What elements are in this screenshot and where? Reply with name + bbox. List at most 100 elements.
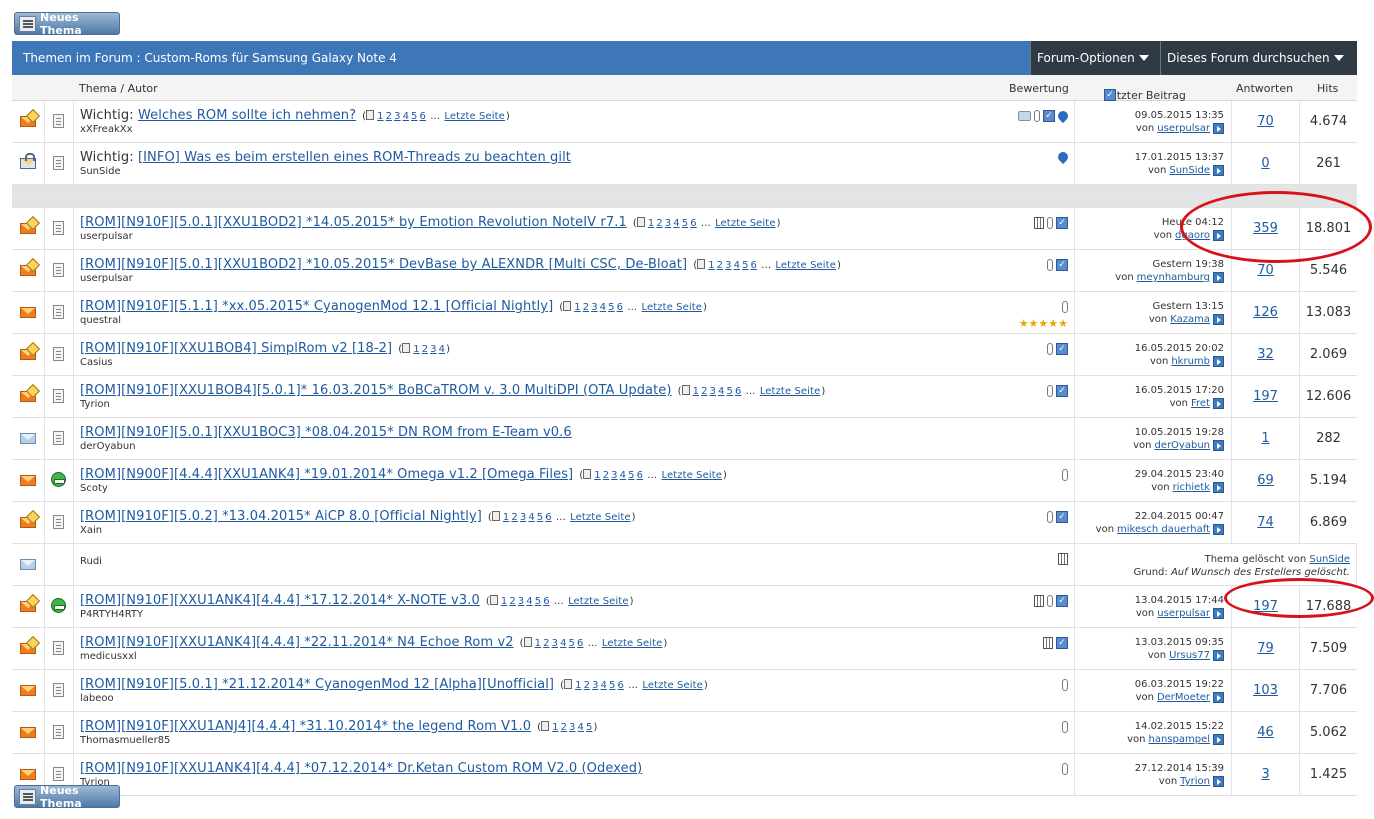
page-link[interactable]: 6 <box>420 111 426 122</box>
thread-title-link[interactable]: [ROM][N910F][XXU1BOB4] SimplRom v2 [18-2… <box>80 341 392 356</box>
answers-link[interactable]: 1 <box>1232 431 1299 446</box>
page-link[interactable]: 3 <box>592 680 598 691</box>
page-link[interactable]: 3 <box>710 386 716 397</box>
page-link[interactable]: 5 <box>608 302 614 313</box>
go-to-last-post-icon[interactable] <box>1213 692 1224 703</box>
last-post-user-link[interactable]: userpulsar <box>1157 123 1210 134</box>
last-post-user-link[interactable]: hanspampel <box>1148 734 1210 745</box>
thread-title-link[interactable]: [ROM][N910F][XXU1ANK4][4.4.4] *17.12.201… <box>80 593 480 608</box>
page-link[interactable]: 4 <box>578 722 584 733</box>
page-link[interactable]: 3 <box>725 260 731 271</box>
go-to-last-post-icon[interactable] <box>1213 650 1224 661</box>
page-link[interactable]: 5 <box>609 680 615 691</box>
page-link[interactable]: 6 <box>543 596 549 607</box>
page-link[interactable]: 2 <box>386 111 392 122</box>
col-answers[interactable]: Antworten <box>1236 82 1293 95</box>
go-to-last-post-icon[interactable] <box>1213 734 1224 745</box>
thread-title-link[interactable]: [ROM][N910F][5.0.2] *13.04.2015* AiCP 8.… <box>80 509 482 524</box>
page-link[interactable]: 5 <box>726 386 732 397</box>
page-link[interactable]: 6 <box>617 302 623 313</box>
page-link[interactable]: 3 <box>518 596 524 607</box>
page-link[interactable]: 5 <box>537 512 543 523</box>
page-link[interactable]: 4 <box>403 111 409 122</box>
page-link[interactable]: 4 <box>601 680 607 691</box>
last-post-user-link[interactable]: hkrumb <box>1171 356 1210 367</box>
col-hits[interactable]: Hits <box>1317 82 1338 95</box>
page-link[interactable]: 5 <box>628 470 634 481</box>
thread-title-link[interactable]: [ROM][N910F][5.0.1][XXU1BOD2] *14.05.201… <box>80 215 627 230</box>
answers-link[interactable]: 359 <box>1232 221 1299 236</box>
page-link[interactable]: 2 <box>511 512 517 523</box>
page-link[interactable]: 3 <box>569 722 575 733</box>
answers-link[interactable]: 70 <box>1232 114 1299 129</box>
answers-link[interactable]: 74 <box>1232 515 1299 530</box>
thread-author[interactable]: Scoty <box>80 483 108 494</box>
page-link[interactable]: 1 <box>708 260 714 271</box>
page-link[interactable]: 2 <box>561 722 567 733</box>
page-link[interactable]: 1 <box>574 302 580 313</box>
page-link[interactable]: 1 <box>648 218 654 229</box>
go-to-last-post-icon[interactable] <box>1213 230 1224 241</box>
page-link[interactable]: 3 <box>665 218 671 229</box>
last-page-link[interactable]: Letzte Seite <box>661 470 722 481</box>
thread-author[interactable]: Xain <box>80 525 102 536</box>
last-post-user-link[interactable]: Tyrion <box>1180 776 1210 787</box>
last-page-link[interactable]: Letzte Seite <box>444 111 505 122</box>
page-link[interactable]: 1 <box>552 722 558 733</box>
answers-link[interactable]: 0 <box>1232 156 1299 171</box>
page-link[interactable]: 2 <box>543 638 549 649</box>
col-rating[interactable]: Bewertung <box>1009 82 1069 95</box>
page-link[interactable]: 4 <box>526 596 532 607</box>
last-post-user-link[interactable]: dgaoro <box>1175 230 1210 241</box>
thread-title-link[interactable]: [ROM][N910F][5.0.1][XXU1BOD2] *10.05.201… <box>80 257 687 272</box>
last-post-user-link[interactable]: userpulsar <box>1157 608 1210 619</box>
go-to-last-post-icon[interactable] <box>1213 356 1224 367</box>
go-to-last-post-icon[interactable] <box>1213 123 1224 134</box>
page-link[interactable]: 6 <box>735 386 741 397</box>
page-link[interactable]: 2 <box>422 344 428 355</box>
last-page-link[interactable]: Letzte Seite <box>760 386 821 397</box>
col-topic-author[interactable]: Thema / Autor <box>79 82 158 95</box>
last-post-user-link[interactable]: Fret <box>1191 398 1210 409</box>
thread-title-link[interactable]: [ROM][N910F][XXU1ANK4][4.4.4] *22.11.201… <box>80 635 514 650</box>
thread-title-link[interactable]: [ROM][N910F][5.0.1] *21.12.2014* Cyanoge… <box>80 677 554 692</box>
thread-author[interactable]: derOyabun <box>80 441 136 452</box>
answers-link[interactable]: 126 <box>1232 305 1299 320</box>
answers-link[interactable]: 32 <box>1232 347 1299 362</box>
page-link[interactable]: 1 <box>503 512 509 523</box>
go-to-last-post-icon[interactable] <box>1213 776 1224 787</box>
go-to-last-post-icon[interactable] <box>1213 608 1224 619</box>
page-link[interactable]: 3 <box>394 111 400 122</box>
thread-author[interactable]: Thomasmueller85 <box>80 735 170 746</box>
page-link[interactable]: 2 <box>584 680 590 691</box>
thread-author[interactable]: labeoo <box>80 693 114 704</box>
answers-link[interactable]: 46 <box>1232 725 1299 740</box>
last-page-link[interactable]: Letzte Seite <box>642 680 703 691</box>
page-link[interactable]: 5 <box>586 722 592 733</box>
go-to-last-post-icon[interactable] <box>1213 272 1224 283</box>
page-link[interactable]: 4 <box>439 344 445 355</box>
page-link[interactable]: 4 <box>560 638 566 649</box>
answers-link[interactable]: 79 <box>1232 641 1299 656</box>
last-page-link[interactable]: Letzte Seite <box>570 512 631 523</box>
page-link[interactable]: 3 <box>591 302 597 313</box>
new-thread-button[interactable]: Neues Thema <box>14 11 120 37</box>
page-link[interactable]: 2 <box>509 596 515 607</box>
go-to-last-post-icon[interactable] <box>1213 165 1224 176</box>
thread-author[interactable]: userpulsar <box>80 273 133 284</box>
page-link[interactable]: 6 <box>545 512 551 523</box>
page-link[interactable]: 3 <box>430 344 436 355</box>
thread-author[interactable]: Casius <box>80 357 113 368</box>
page-link[interactable]: 6 <box>577 638 583 649</box>
page-link[interactable]: 6 <box>751 260 757 271</box>
answers-link[interactable]: 70 <box>1232 263 1299 278</box>
page-link[interactable]: 4 <box>673 218 679 229</box>
page-link[interactable]: 2 <box>701 386 707 397</box>
page-link[interactable]: 4 <box>600 302 606 313</box>
answers-link[interactable]: 69 <box>1232 473 1299 488</box>
page-link[interactable]: 2 <box>717 260 723 271</box>
last-post-user-link[interactable]: richietk <box>1173 482 1210 493</box>
page-link[interactable]: 4 <box>718 386 724 397</box>
deleted-by-link[interactable]: SunSide <box>1309 554 1350 565</box>
last-page-link[interactable]: Letzte Seite <box>568 596 629 607</box>
